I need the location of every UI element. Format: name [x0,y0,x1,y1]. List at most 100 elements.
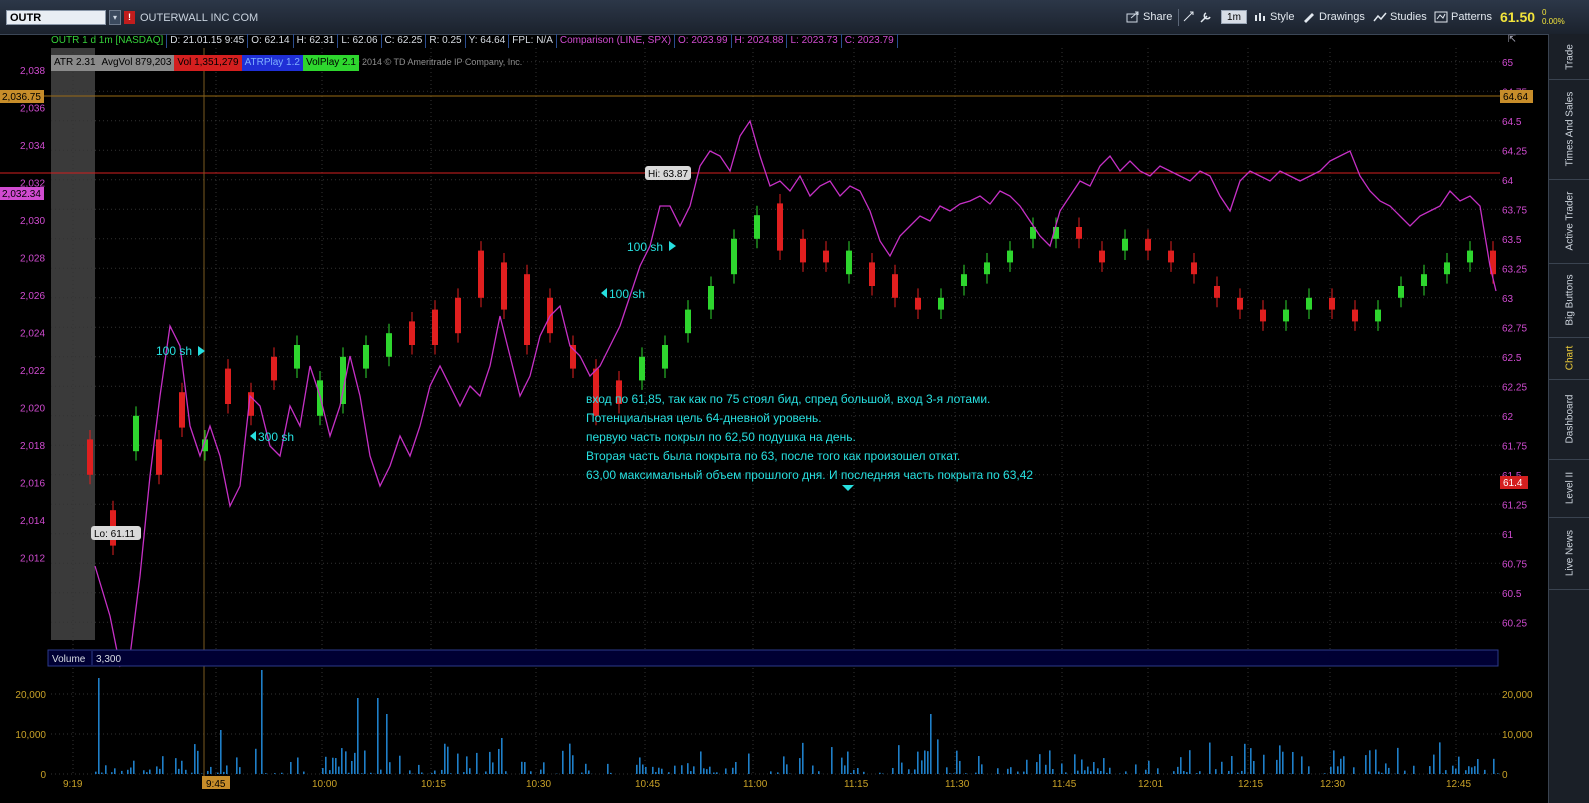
side-tab-dashboard[interactable]: Dashboard [1549,379,1589,460]
copyright-text: 2014 © TD Ameritrade IP Company, Inc. [362,57,523,67]
candle-body [1007,250,1013,263]
candle-body [1191,262,1197,275]
chart-info-bar: OUTR 1 d 1m [NASDAQ] D: 21.01.15 9:45 O: 6… [48,34,1498,48]
time-tick: 11:45 [1052,779,1077,790]
candle-body [708,286,714,310]
time-tick: 10:30 [526,779,551,790]
candle-body [1260,309,1266,322]
study-atrplay[interactable]: ATRPlay 1.2 [241,55,303,71]
annotation-line: первую часть покрыл по 62,50 подушка на … [586,430,856,444]
comparison-label[interactable]: Comparison (LINE, SPX) [557,34,676,48]
price-tick-right: 63.75 [1502,205,1527,216]
price-tick-right: 63 [1502,294,1514,305]
info-date: D: 21.01.15 9:45 [167,34,249,48]
price-tick-left: 2,034 [20,141,45,152]
hi-label: Hi: 63.87 [648,169,688,180]
annotation-line: вход по 61,85, так как по 75 стоял бид, … [586,392,991,406]
price-tick-left: 2,036 [20,104,45,115]
volume-pane-header [47,649,1499,667]
drawings-button[interactable]: Drawings [1302,9,1365,26]
price-tick-right: 64.5 [1502,117,1522,128]
collapse-panel-icon[interactable]: ⇱ [1503,34,1521,48]
alert-flag-icon[interactable]: ! [124,11,135,24]
top-toolbar: OUTR ▾ ! OUTERWALL INC COM Share 1m Styl… [0,0,1589,35]
price-tick-left: 2,030 [20,216,45,227]
side-tab-level-ii[interactable]: Level II [1549,459,1589,518]
study-atr[interactable]: ATR 2.31 [51,55,99,71]
cmp-high: H: 2024.88 [732,34,788,48]
candle-body [156,439,162,475]
annotation-line: Потенциальная цель 64-дневной уровень. [586,411,822,425]
patterns-icon [1434,11,1448,23]
symbol-input[interactable]: OUTR [6,10,106,25]
price-tick-right: 60.5 [1502,589,1522,600]
side-tab-active-trader[interactable]: Active Trader [1549,179,1589,264]
candle-body [271,356,277,381]
candle-body [846,250,852,275]
candle-body [432,309,438,345]
study-avgvol[interactable]: AvgVol 879,203 [98,55,175,71]
candle-body [455,297,461,334]
side-tab-live-news[interactable]: Live News [1549,517,1589,590]
candle-body [777,203,783,251]
time-tick: 11:15 [844,779,869,790]
candle-body [685,309,691,334]
candle-body [754,215,760,239]
time-tick: 9:45 [206,779,226,790]
volume-label: Volume [52,654,86,665]
price-change: 0 0.00% [1542,8,1565,26]
share-button[interactable]: Share [1126,9,1172,26]
candle-body [639,356,645,381]
time-tick: 10:15 [421,779,446,790]
drawings-icon [1304,13,1314,24]
side-tab-chart[interactable]: Chart [1549,337,1589,380]
candle-body [478,250,484,298]
share-icon [1126,11,1139,23]
price-tick-right: 62.75 [1502,323,1527,334]
symbol-description[interactable]: OUTR 1 d 1m [NASDAQ] [48,34,168,48]
price-tick-right: 65 [1502,58,1514,69]
candle-body [662,345,668,369]
candle-body [892,274,898,298]
candle-body [1283,309,1289,322]
studies-button[interactable]: Studies [1373,9,1427,26]
candle-body [1122,238,1128,251]
price-tick-right: 64 [1502,176,1514,187]
crosshair-tool-button[interactable] [1182,9,1199,26]
time-tick: 12:30 [1320,779,1345,790]
time-tick: 11:00 [743,779,768,790]
candle-body [386,333,392,357]
volume-tick-left: 0 [40,770,46,781]
price-tick-right: 61 [1502,530,1514,541]
side-tab-big-buttons[interactable]: Big Buttons [1549,263,1589,338]
info-high: H: 62.31 [294,34,339,48]
studies-icon [1373,12,1387,22]
time-tick: 12:15 [1238,779,1263,790]
price-tick-left: 2,014 [20,516,45,527]
annotation-line: 63,00 максимальный объем прошлого дня. И… [586,468,1034,482]
volume-value: 3,300 [96,654,121,665]
cmp-low: L: 2023.73 [787,34,842,48]
period-button[interactable]: 1m [1221,10,1247,24]
settings-wrench-button[interactable] [1199,9,1216,26]
candle-body [1214,286,1220,298]
candle-body [133,415,139,452]
time-tick: 11:30 [945,779,970,790]
price-tick-left: 2,026 [20,291,45,302]
style-button[interactable]: Style [1253,9,1294,26]
price-tick-right: 62.5 [1502,353,1522,364]
patterns-button[interactable]: Patterns [1434,9,1492,26]
candle-body [1375,309,1381,322]
company-name: OUTERWALL INC COM [140,12,259,24]
price-tick-left: 2,028 [20,254,45,265]
side-tab-trade[interactable]: Trade [1549,34,1589,80]
chart-annotation[interactable]: вход по 61,85, так как по 75 стоял бид, … [586,390,1033,485]
left-price-marker-2-text: 2,032.34 [2,189,41,200]
candle-body [409,321,415,345]
study-volplay[interactable]: VolPlay 2.1 [302,55,359,71]
symbol-dropdown-button[interactable]: ▾ [109,10,121,25]
price-tick-right: 62.25 [1502,382,1527,393]
side-tab-times-and-sales[interactable]: Times And Sales [1549,79,1589,180]
time-tick: 12:01 [1138,779,1163,790]
study-vol[interactable]: Vol 1,351,279 [174,55,242,71]
